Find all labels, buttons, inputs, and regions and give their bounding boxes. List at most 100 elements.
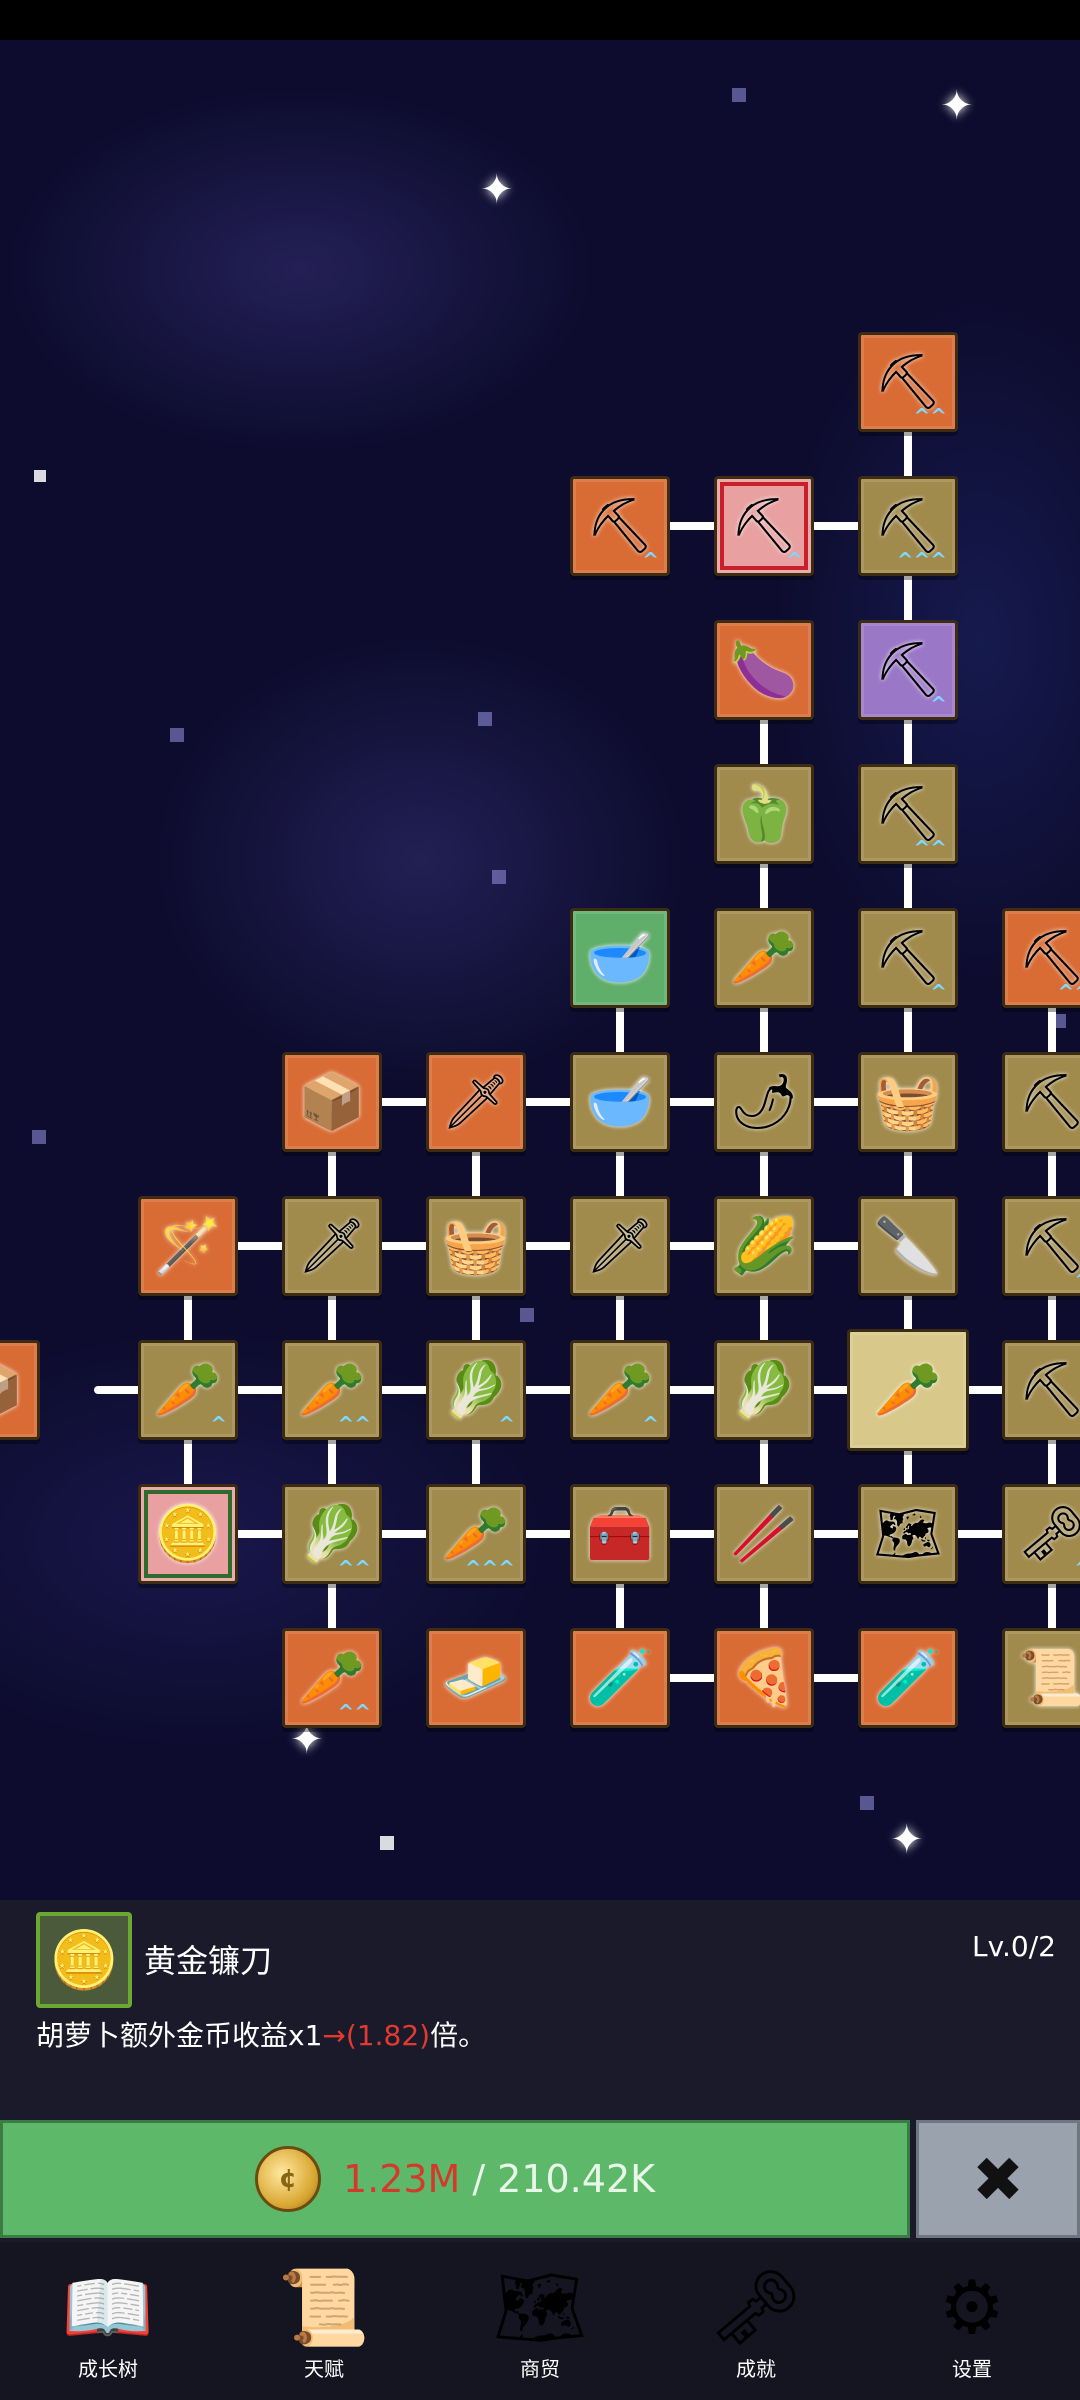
upgrade-button[interactable]: ¢ 1.23M / 210.42K (0, 2120, 910, 2238)
tree-connector (664, 1386, 720, 1394)
skill-node[interactable]: 📦 (0, 1340, 40, 1440)
skill-node[interactable]: ⛏ (1002, 1340, 1080, 1440)
skill-node[interactable]: 🥕 ^ (570, 1340, 670, 1440)
upgrade-chevron-icon: ^ (1074, 1270, 1080, 1290)
sparkle-star: ✦ (940, 83, 974, 129)
skill-node[interactable]: 🗝^ (1002, 1484, 1080, 1584)
tree-connector (520, 1098, 576, 1106)
skill-node[interactable]: 🥕 ^^ (282, 1628, 382, 1728)
skill-node[interactable]: ⛏^^ (1002, 908, 1080, 1008)
nav-label: 天赋 (304, 2357, 344, 2381)
tree-connector (184, 1434, 192, 1490)
nav-label: 商贸 (520, 2357, 560, 2381)
upgrade-chevron-icon: ^ (210, 1412, 227, 1436)
skill-tree-canvas[interactable]: ✦ ✦ ✦ ✦ ⛏^^⛏^⛏^⛏^^^🍆⛏^🫑⛏^^🥣🥕⛏^⛏^^📦🗡🥣🌶🧺⛏🪄… (0, 40, 1080, 1900)
cabbage-icon: 🥬 (730, 1358, 798, 1421)
tree-connector (904, 1002, 912, 1058)
tree-connector (328, 1578, 336, 1634)
nav-achievement[interactable]: 🗝 成就 (648, 2242, 864, 2400)
pickaxe-icon: ⛏ (1017, 1214, 1080, 1277)
skill-node[interactable]: ⛏^ (570, 476, 670, 576)
map-icon: 🗺 (493, 2265, 587, 2351)
skill-node[interactable]: 🥕 ^^^ (426, 1484, 526, 1584)
tree-connector (904, 714, 912, 770)
nav-talent[interactable]: 📜 天赋 (216, 2242, 432, 2400)
skill-name: 黄金镰刀 (144, 1942, 273, 1980)
skill-node[interactable]: 🥕 ^ (138, 1340, 238, 1440)
key-icon: 🗝 (709, 2265, 803, 2351)
tree-connector (904, 858, 912, 914)
cabbage-icon: 🥬 (442, 1358, 510, 1421)
star (520, 1308, 534, 1322)
star (478, 712, 492, 726)
nav-growth-tree[interactable]: 📖 成长树 (0, 2242, 216, 2400)
skill-node[interactable]: 🧪 (570, 1628, 670, 1728)
skill-node[interactable]: 🥢 (714, 1484, 814, 1584)
bowl-icon: 🥣 (586, 926, 654, 989)
skill-node[interactable]: ⛏^ (714, 476, 814, 576)
skill-node[interactable]: ⛏^ (858, 620, 958, 720)
skill-node[interactable]: 🥕 (714, 908, 814, 1008)
skill-node[interactable]: 🧰 (570, 1484, 670, 1584)
skill-node[interactable]: 🥕 ^^ (282, 1340, 382, 1440)
skill-node[interactable]: 🧺 (858, 1052, 958, 1152)
shovel-icon: ⛏ (873, 926, 943, 989)
skill-node[interactable]: 🧈 (426, 1628, 526, 1728)
tree-connector (1048, 1434, 1056, 1490)
nav-label: 成长树 (78, 2357, 138, 2381)
skill-node[interactable]: ⛏ (1002, 1052, 1080, 1152)
upgrade-chevron-icon: ^^ (913, 836, 947, 860)
skill-node[interactable]: 📦 (282, 1052, 382, 1152)
upgrade-chevron-icon: ^^^ (896, 548, 947, 572)
tree-connector (904, 1146, 912, 1202)
key-icon: 🗝 (1017, 1502, 1080, 1565)
skill-node[interactable]: ⛏^ (1002, 1196, 1080, 1296)
skill-node[interactable]: 🧪 (858, 1628, 958, 1728)
skill-node[interactable]: 🗺 (858, 1484, 958, 1584)
tree-connector (232, 1386, 288, 1394)
basket-icon: 🧺 (874, 1070, 942, 1133)
skill-node[interactable]: 🗡 (426, 1052, 526, 1152)
skill-node[interactable]: 🧺 (426, 1196, 526, 1296)
skill-node[interactable]: 🗡 (570, 1196, 670, 1296)
tree-connector (760, 1434, 768, 1490)
upgrade-chevron-icon: ^ (498, 1412, 515, 1436)
carrot-icon: 🥕 (298, 1358, 366, 1421)
skill-node[interactable]: 🔪 (858, 1196, 958, 1296)
skill-node[interactable]: 🥬 ^ (426, 1340, 526, 1440)
skill-node[interactable]: ⛏^^ (858, 764, 958, 864)
skill-node[interactable]: 🥬 ^^ (282, 1484, 382, 1584)
status-bar (0, 0, 1080, 40)
star (32, 1130, 46, 1144)
skill-node[interactable]: 🥣 (570, 1052, 670, 1152)
skill-node[interactable]: 🌽 (714, 1196, 814, 1296)
sparkle-star: ✦ (480, 167, 514, 213)
skill-node[interactable]: 🌶 (714, 1052, 814, 1152)
skill-node[interactable]: ⛏ ^^^ (858, 476, 958, 576)
skill-node[interactable]: 🥕 (847, 1329, 969, 1451)
skill-node[interactable]: 📜 (1002, 1628, 1080, 1728)
skill-node[interactable]: 🪄 (138, 1196, 238, 1296)
shovel-icon: ⛏ (873, 638, 943, 701)
tree-connector (328, 1146, 336, 1202)
tree-connector (664, 1674, 720, 1682)
skill-node[interactable]: 🍆 (714, 620, 814, 720)
tree-connector (328, 1290, 336, 1346)
skill-node[interactable]: 🥬 (714, 1340, 814, 1440)
skill-node[interactable]: 🥣 (570, 908, 670, 1008)
nav-trade[interactable]: 🗺 商贸 (432, 2242, 648, 2400)
close-button[interactable]: ✖ (916, 2120, 1080, 2238)
skill-node[interactable]: 🗡 (282, 1196, 382, 1296)
skill-node[interactable]: 🪙 (138, 1484, 238, 1584)
skill-node[interactable]: 🍕 (714, 1628, 814, 1728)
skill-desc-suffix: 倍。 (430, 2019, 487, 2052)
book-icon: 📖 (61, 2265, 155, 2351)
pickaxe-icon: ⛏ (1017, 926, 1080, 989)
bottom-navbar: 📖 成长树 📜 天赋 🗺 商贸 🗝 成就 ⚙ 设置 (0, 2242, 1080, 2400)
nav-label: 设置 (952, 2357, 992, 2381)
nav-settings[interactable]: ⚙ 设置 (864, 2242, 1080, 2400)
skill-node[interactable]: 🫑 (714, 764, 814, 864)
skill-node[interactable]: ⛏^^ (858, 332, 958, 432)
skill-node[interactable]: ⛏^ (858, 908, 958, 1008)
tree-connector (232, 1242, 288, 1250)
